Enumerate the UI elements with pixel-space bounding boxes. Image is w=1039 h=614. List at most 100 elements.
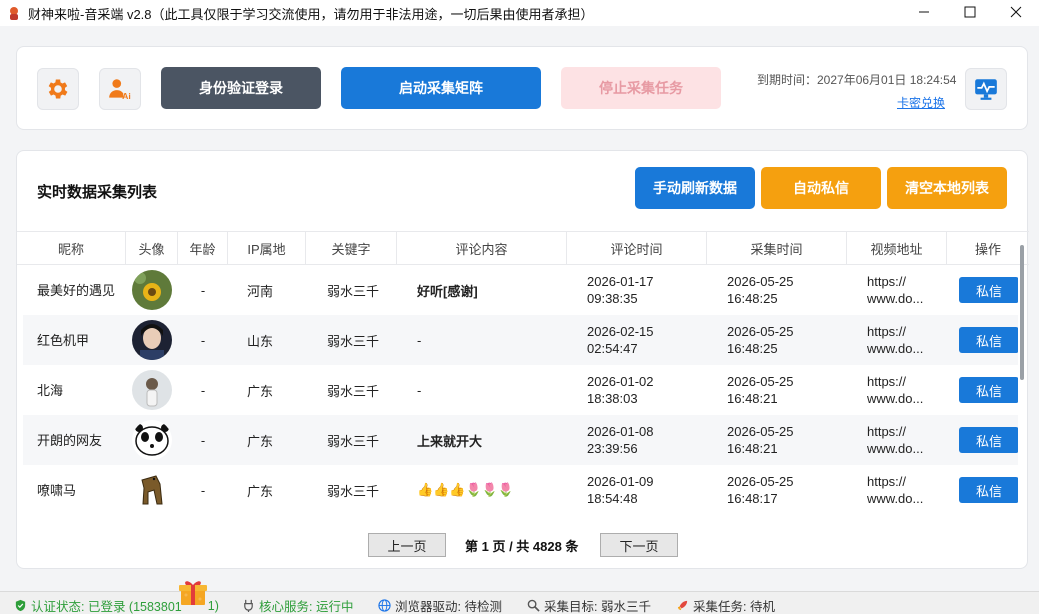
ip-cell: 广东: [247, 383, 274, 399]
private-message-button[interactable]: 私信: [959, 477, 1018, 503]
target-status: 采集目标: 弱水三千: [527, 596, 651, 614]
collect-time-cell: 2026-05-25 16:48:17: [727, 474, 794, 506]
col-avatar[interactable]: 头像: [126, 232, 178, 265]
start-collect-button[interactable]: 启动采集矩阵: [341, 67, 541, 109]
nickname-cell: 嘹啸马: [37, 482, 77, 498]
col-action[interactable]: 操作: [947, 232, 1029, 265]
comment-time-cell: 2026-01-17 09:38:35: [587, 274, 654, 306]
private-message-button[interactable]: 私信: [959, 377, 1018, 403]
comment-time-cell: 2026-02-15 02:54:47: [587, 324, 654, 356]
settings-button[interactable]: [37, 68, 79, 110]
private-message-button[interactable]: 私信: [959, 427, 1018, 453]
video-url-cell[interactable]: https://www.do...: [867, 265, 952, 315]
rocket-icon: [677, 600, 688, 611]
task-status: 采集任务: 待机: [676, 596, 775, 614]
collect-time-cell: 2026-05-25 16:48:25: [727, 324, 794, 356]
avatar: [132, 420, 172, 460]
close-button[interactable]: [993, 0, 1039, 24]
svg-text:Ai: Ai: [122, 91, 131, 101]
avatar: [132, 470, 172, 510]
shield-check-icon: [15, 599, 26, 612]
col-collect-time[interactable]: 采集时间: [707, 232, 847, 265]
minimize-button[interactable]: [901, 0, 947, 24]
avatar: [132, 270, 172, 310]
next-page-button[interactable]: 下一页: [600, 533, 678, 557]
avatar: [132, 320, 172, 360]
minimize-icon: [919, 11, 929, 13]
age-cell: -: [200, 282, 206, 298]
comment-time-cell: 2026-01-09 18:54:48: [587, 474, 654, 506]
col-comment[interactable]: 评论内容: [397, 232, 567, 265]
age-cell: -: [200, 382, 206, 398]
window-title: 财神来啦-音采端 v2.8（此工具仅限于学习交流使用，请勿用于非法用途，一切后果…: [28, 6, 594, 22]
col-ip[interactable]: IP属地: [228, 232, 306, 265]
table-row: 北海 - 广东 弱水三千 - 2026-01-02 18:38:03 2026-0…: [23, 365, 1018, 415]
table-row: 嘹啸马 - 广东 弱水三千 👍👍👍🌷🌷🌷 2026-01-09 18:54:48 …: [23, 465, 1018, 513]
gift-icon[interactable]: [178, 577, 208, 607]
plug-icon: [244, 599, 253, 612]
ip-cell: 山东: [247, 333, 274, 349]
status-bar: 认证状态: 已登录 (1583801 1) 核心服务: 运行中 浏览器驱动: 待检…: [0, 591, 1039, 614]
refresh-button[interactable]: 手动刷新数据: [635, 167, 755, 209]
col-age[interactable]: 年龄: [178, 232, 228, 265]
clear-list-button[interactable]: 清空本地列表: [887, 167, 1007, 209]
comment-cell: 👍👍👍🌷🌷🌷: [417, 482, 515, 497]
ip-cell: 广东: [247, 433, 274, 449]
expiry-time: 到期时间：2027年06月01日 18:24:54: [757, 73, 957, 87]
private-message-button[interactable]: 私信: [959, 327, 1018, 353]
table-row: 最美好的遇见 - 河南 弱水三千 好听[感谢] 2026-01-17 09:38:…: [23, 265, 1018, 315]
collect-time-cell: 2026-05-25 16:48:21: [727, 374, 794, 406]
keyword-cell: 弱水三千: [327, 283, 380, 299]
comment-time-cell: 2026-01-02 18:38:03: [587, 374, 654, 406]
monitor-button[interactable]: [965, 68, 1007, 110]
table-header: 昵称 头像 年龄 IP属地 关键字 评论内容 评论时间 采集时间 视频地址 操作: [17, 231, 1029, 265]
ai-user-button[interactable]: Ai: [99, 68, 141, 110]
globe-icon: [378, 599, 391, 612]
keyword-cell: 弱水三千: [327, 383, 380, 399]
video-url-cell[interactable]: https://www.do...: [867, 365, 952, 415]
prev-page-button[interactable]: 上一页: [368, 533, 446, 557]
comment-cell: 好听[感谢]: [417, 283, 478, 299]
gear-icon: [48, 79, 68, 99]
nickname-cell: 红色机甲: [37, 332, 90, 348]
title-bar: 财神来啦-音采端 v2.8（此工具仅限于学习交流使用，请勿用于非法用途，一切后果…: [0, 0, 1039, 26]
col-video-url[interactable]: 视频地址: [847, 232, 947, 265]
ip-cell: 河南: [247, 283, 274, 299]
keyword-cell: 弱水三千: [327, 433, 380, 449]
stop-collect-button[interactable]: 停止采集任务: [561, 67, 721, 109]
age-cell: -: [200, 332, 206, 348]
maximize-icon: [964, 6, 976, 18]
avatar: [132, 370, 172, 410]
login-button[interactable]: 身份验证登录: [161, 67, 321, 109]
search-icon: [527, 599, 540, 612]
core-service-status: 核心服务: 运行中: [242, 596, 353, 614]
table-row: 开朗的网友 - 广东 弱水三千 上来就开大 2026-01-08 23:39:56…: [23, 415, 1018, 465]
table-row: 红色机甲 - 山东 弱水三千 - 2026-02-15 02:54:47 2026…: [23, 315, 1018, 365]
video-url-cell[interactable]: https://www.do...: [867, 415, 952, 465]
browser-driver-status: 浏览器驱动: 待检测: [378, 596, 502, 614]
close-icon: [1010, 6, 1022, 18]
table-scrollbar[interactable]: [1020, 245, 1024, 380]
video-url-cell[interactable]: https://www.do...: [867, 465, 952, 513]
comment-cell: -: [417, 382, 422, 398]
col-keyword[interactable]: 关键字: [306, 232, 397, 265]
private-message-button[interactable]: 私信: [959, 277, 1018, 303]
auto-dm-button[interactable]: 自动私信: [761, 167, 881, 209]
age-cell: -: [200, 432, 206, 448]
maximize-button[interactable]: [947, 0, 993, 24]
table-body: 最美好的遇见 - 河南 弱水三千 好听[感谢] 2026-01-17 09:38:…: [23, 265, 1018, 513]
comment-cell: 上来就开大: [417, 433, 483, 449]
col-comment-time[interactable]: 评论时间: [567, 232, 707, 265]
collect-time-cell: 2026-05-25 16:48:21: [727, 424, 794, 456]
keyword-cell: 弱水三千: [327, 483, 380, 499]
col-nickname[interactable]: 昵称: [17, 232, 126, 265]
redeem-link[interactable]: 卡密兑换: [897, 94, 945, 111]
nickname-cell: 最美好的遇见: [37, 282, 116, 298]
nickname-cell: 北海: [37, 382, 64, 398]
video-url-cell[interactable]: https://www.do...: [867, 315, 952, 365]
nickname-cell: 开朗的网友: [37, 432, 103, 448]
comment-cell: -: [417, 332, 422, 348]
keyword-cell: 弱水三千: [327, 333, 380, 349]
data-list-card: 实时数据采集列表 手动刷新数据 自动私信 清空本地列表 昵称 头像 年龄 IP属…: [16, 150, 1029, 569]
toolbar-card: Ai 身份验证登录 启动采集矩阵 停止采集任务 到期时间：2027年06月01日…: [16, 46, 1028, 130]
